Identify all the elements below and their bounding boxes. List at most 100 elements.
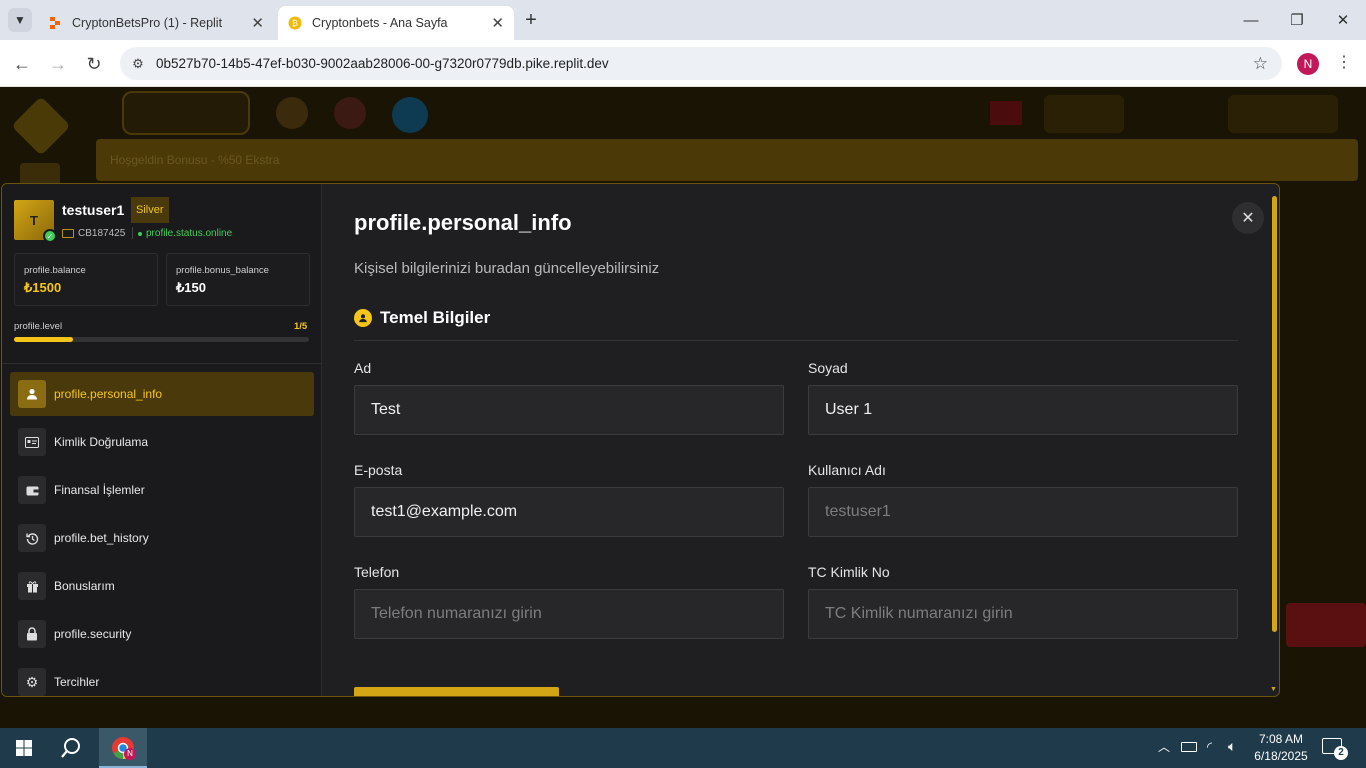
menu-kebab-icon[interactable]: ⋮ <box>1334 52 1354 72</box>
menu-item-label: Finansal İşlemler <box>54 483 145 497</box>
status-dot-icon <box>138 231 142 236</box>
save-button[interactable] <box>354 687 559 696</box>
section-title: Temel Bilgiler <box>380 308 491 327</box>
gift-icon <box>18 572 46 600</box>
windows-taskbar: N ︿ ◜ 🔈︎ 7:08 AM 6/18/2025 2 <box>0 728 1366 768</box>
bg-wallet-button <box>122 91 250 135</box>
restore-icon[interactable]: ❐ <box>1274 0 1320 40</box>
site-logo-icon <box>11 96 71 156</box>
new-tab-icon[interactable]: + <box>520 10 542 32</box>
notification-count-badge: 2 <box>1334 746 1348 760</box>
menu-item-identity[interactable]: Kimlik Doğrulama <box>10 420 314 464</box>
back-icon[interactable]: ← <box>8 50 36 78</box>
phone-input[interactable] <box>354 589 784 639</box>
phone-label: Telefon <box>354 564 400 580</box>
gear-icon: ⚙ <box>18 668 46 696</box>
lock-icon <box>18 620 46 648</box>
close-modal-button[interactable]: ✕ <box>1232 202 1264 234</box>
menu-item-personal-info[interactable]: profile.personal_info <box>10 372 314 416</box>
page-subtitle: Kişisel bilgilerinizi buradan güncelleye… <box>354 260 660 277</box>
address-bar[interactable]: ⚙ 0b527b70-14b5-47ef-b030-9002aab28006-0… <box>120 47 1282 80</box>
verified-check-icon: ✓ <box>43 229 57 243</box>
clock[interactable]: 7:08 AM 6/18/2025 <box>1252 731 1310 765</box>
chevron-down-icon: ▼ <box>14 13 26 27</box>
first-name-input[interactable] <box>354 385 784 435</box>
bg-game-icon <box>334 97 366 129</box>
minimize-icon[interactable]: — <box>1228 0 1274 40</box>
browser-tab-strip: ▼ CryptonBetsPro (1) - Replit ✕ ₿ Crypto… <box>0 0 1366 40</box>
last-name-label: Soyad <box>808 360 848 376</box>
page-title: profile.personal_info <box>354 210 572 235</box>
divider <box>132 227 133 239</box>
menu-item-security[interactable]: profile.security <box>10 612 314 656</box>
taskbar-chrome-button[interactable]: N <box>99 728 147 768</box>
tab-title: CryptonBetsPro (1) - Replit <box>72 16 223 30</box>
wifi-icon[interactable]: ◜ <box>1207 739 1212 755</box>
search-icon[interactable] <box>60 737 82 764</box>
tab-search-button[interactable]: ▼ <box>8 8 32 32</box>
tab-replit[interactable]: CryptonBetsPro (1) - Replit ✕ <box>38 6 274 40</box>
user-circle-icon <box>354 309 372 327</box>
reload-icon[interactable]: ↻ <box>80 50 108 78</box>
menu-item-label: profile.personal_info <box>54 387 163 401</box>
speaker-icon[interactable]: 🔈︎ <box>1228 738 1236 755</box>
close-tab-icon[interactable]: ✕ <box>251 14 264 32</box>
email-input[interactable] <box>354 487 784 537</box>
bg-promo-banner: Hoşgeldin Bonusu - %50 Ekstra <box>96 139 1358 181</box>
site-info-icon[interactable]: ⚙ <box>120 56 156 72</box>
forward-icon[interactable]: → <box>44 50 72 78</box>
tier-badge: Silver <box>131 197 169 223</box>
bg-telegram-icon <box>392 97 428 133</box>
menu-item-bet-history[interactable]: profile.bet_history <box>10 516 314 560</box>
email-label: E-posta <box>354 462 403 478</box>
svg-text:₿: ₿ <box>292 19 298 28</box>
scroll-down-icon[interactable]: ▼ <box>1270 686 1277 693</box>
online-status: profile.status.online <box>138 228 232 239</box>
browser-toolbar: ← → ↻ ⚙ 0b527b70-14b5-47ef-b030-9002aab2… <box>0 40 1366 87</box>
balance-label: profile.balance <box>24 265 86 276</box>
profile-modal: T ✓ testuser1 Silver CB187425 profile.st… <box>1 183 1280 697</box>
balance-value: ₺1500 <box>24 280 62 295</box>
profile-avatar[interactable]: N <box>1297 53 1319 75</box>
battery-icon[interactable] <box>1181 742 1197 752</box>
id-card-icon <box>18 428 46 456</box>
cryptonbets-favicon-icon: ₿ <box>288 16 302 30</box>
menu-item-preferences[interactable]: ⚙ Tercihler <box>10 660 314 696</box>
user-icon <box>18 380 46 408</box>
history-icon <box>18 524 46 552</box>
username-input[interactable] <box>808 487 1238 537</box>
tc-label: TC Kimlik No <box>808 564 890 580</box>
menu-item-label: profile.bet_history <box>54 531 149 545</box>
chevron-up-icon[interactable]: ︿ <box>1158 738 1170 755</box>
user-id: CB187425 <box>78 228 126 239</box>
replit-favicon-icon <box>48 16 62 30</box>
tc-input[interactable] <box>808 589 1238 639</box>
bookmark-star-icon[interactable]: ☆ <box>1253 54 1268 74</box>
first-name-label: Ad <box>354 360 372 376</box>
last-name-input[interactable] <box>808 385 1238 435</box>
level-progress-track <box>14 337 309 342</box>
scrollbar-thumb[interactable] <box>1272 196 1277 632</box>
profile-sidebar: T ✓ testuser1 Silver CB187425 profile.st… <box>2 184 322 696</box>
menu-item-label: Tercihler <box>54 675 100 689</box>
menu-item-label: profile.security <box>54 627 132 641</box>
chrome-profile-badge: N <box>124 748 136 760</box>
wallet-icon <box>18 476 46 504</box>
balance-card: profile.balance ₺1500 <box>14 253 158 306</box>
menu-item-label: Bonuslarım <box>54 579 115 593</box>
level-progress-fill <box>14 337 73 342</box>
windows-start-icon[interactable] <box>16 740 32 761</box>
tab-cryptonbets[interactable]: ₿ Cryptonbets - Ana Sayfa ✕ <box>278 6 514 40</box>
username-label: Kullanıcı Adı <box>808 462 886 478</box>
tab-title: Cryptonbets - Ana Sayfa <box>312 16 448 30</box>
menu-item-bonuses[interactable]: Bonuslarım <box>10 564 314 608</box>
url-text: 0b527b70-14b5-47ef-b030-9002aab28006-00-… <box>156 56 609 71</box>
close-window-icon[interactable]: ✕ <box>1320 0 1366 40</box>
bg-user-menu <box>1228 95 1338 133</box>
bg-game-icon <box>276 97 308 129</box>
clock-date: 6/18/2025 <box>1254 749 1308 763</box>
menu-item-finance[interactable]: Finansal İşlemler <box>10 468 314 512</box>
section-divider <box>354 340 1238 341</box>
close-tab-icon[interactable]: ✕ <box>491 14 504 32</box>
bg-flag-icon <box>990 101 1022 125</box>
